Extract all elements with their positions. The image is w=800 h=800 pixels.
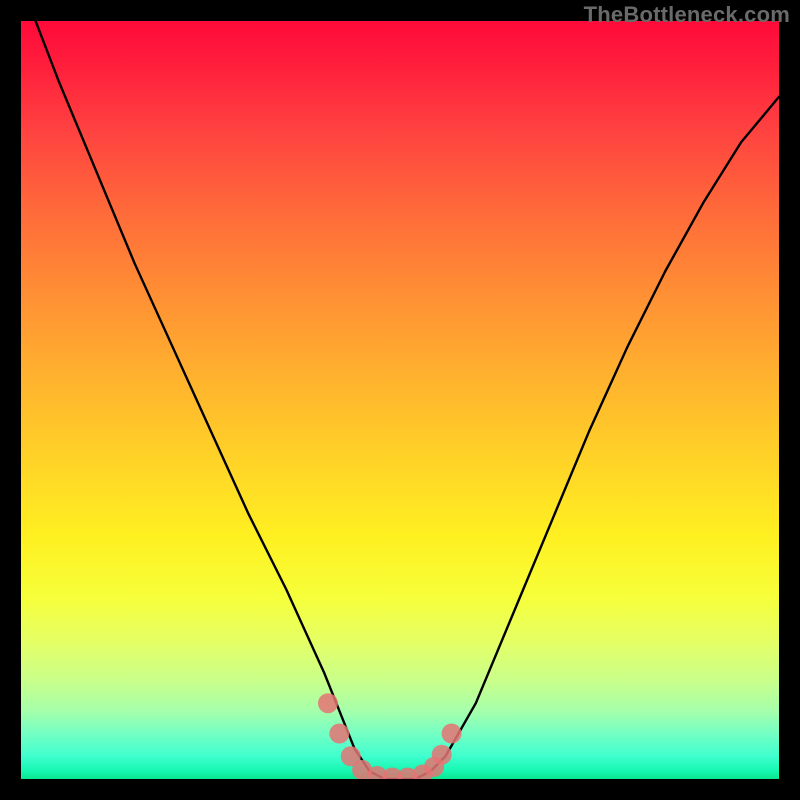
curve-layer	[21, 21, 779, 779]
valley-dots	[318, 693, 462, 779]
chart-frame: TheBottleneck.com	[0, 0, 800, 800]
valley-dot	[329, 724, 349, 744]
bottleneck-curve	[21, 21, 779, 779]
plot-area	[21, 21, 779, 779]
valley-dot	[432, 745, 452, 765]
watermark-text: TheBottleneck.com	[584, 2, 790, 28]
valley-dot	[318, 693, 338, 713]
valley-dot	[442, 724, 462, 744]
bottleneck-curve-path	[21, 21, 779, 779]
